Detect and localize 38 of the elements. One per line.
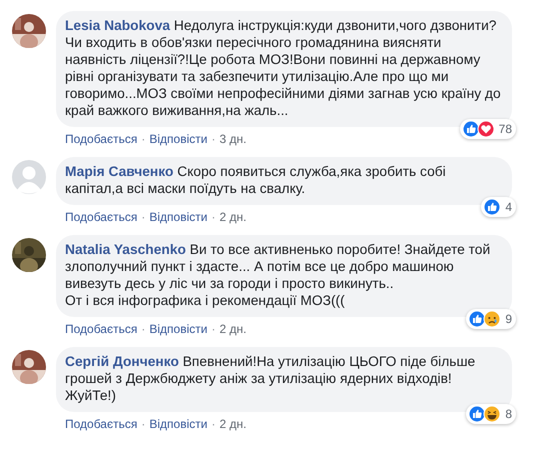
comment-text: Марія Савченко Скоро появиться служба,яка зробить собі капітал,а всі маски поїдуть на свалку. xyxy=(65,163,447,197)
author-link[interactable]: Сергій Донченко xyxy=(65,354,179,369)
separator-dot: · xyxy=(211,417,216,431)
timestamp[interactable]: 2 дн. xyxy=(219,417,246,431)
laughing-face-icon xyxy=(483,405,502,423)
like-icon xyxy=(468,405,486,423)
action-link[interactable]: Подобається xyxy=(65,417,138,431)
author-link[interactable]: Natalia Yaschenko xyxy=(65,242,186,257)
timestamp[interactable]: 3 дн. xyxy=(219,132,246,146)
comment-text: Natalia Yaschenko Ви то все активненько поробите! Знайдете той злополучний пункт і здасте... А потім все це добро машиною вивезуть десь у ліс чи за городи і просто викинуть.. От і вся інфографика і рекомендації МОЗ((( xyxy=(65,241,492,309)
timestamp[interactable]: 2 дн. xyxy=(219,210,246,224)
reaction-badge[interactable]: 9 xyxy=(466,309,516,329)
action-link[interactable]: Подобається xyxy=(65,322,138,336)
reaction-badge[interactable]: 8 xyxy=(466,404,516,424)
action-link[interactable]: Відповісти xyxy=(149,132,208,146)
like-icon xyxy=(468,310,486,328)
separator-dot: · xyxy=(141,322,146,336)
separator-dot: · xyxy=(141,417,146,431)
comment-text: Lesia Nabokova Недолуга інструкція:куди дзвонити,чого дзвонити?Чи входить в обов'язки пересічного громадянина виясняти наявність ліцензії?!Це робота МОЗ!Вони повинні на державному рівні організувати та забезпечити утилізацію.Але про що ми говоримо...МОЗ своїми непрофесійними діями загнав усю країну до край важкого виживання,на жаль... xyxy=(65,17,501,119)
action-link[interactable]: Подобається xyxy=(65,132,138,146)
reaction-badge[interactable]: 78 xyxy=(460,119,516,139)
separator-dot: · xyxy=(141,210,146,224)
separator-dot: · xyxy=(211,322,216,336)
timestamp[interactable]: 2 дн. xyxy=(219,322,246,336)
author-link[interactable]: Lesia Nabokova xyxy=(65,18,170,33)
separator-dot: · xyxy=(141,132,146,146)
separator-dot: · xyxy=(211,210,216,224)
separator-dot: · xyxy=(211,132,216,146)
like-icon xyxy=(483,198,502,216)
action-link[interactable]: Відповісти xyxy=(149,417,208,431)
action-link[interactable]: Відповісти xyxy=(149,322,208,336)
comment-text: Сергій Донченко Впевнений!На утилізацію ЦЬОГО піде більше грошей з Держбюджету аніж за утилізацію ядерних відходів! ЖуйТе!) xyxy=(65,353,476,404)
like-icon xyxy=(462,120,480,138)
reaction-badge[interactable]: 4 xyxy=(481,197,516,217)
action-link[interactable]: Подобається xyxy=(65,210,138,224)
sad-face-icon xyxy=(483,310,502,328)
action-link[interactable]: Відповісти xyxy=(149,210,208,224)
author-link[interactable]: Марія Савченко xyxy=(65,164,174,179)
